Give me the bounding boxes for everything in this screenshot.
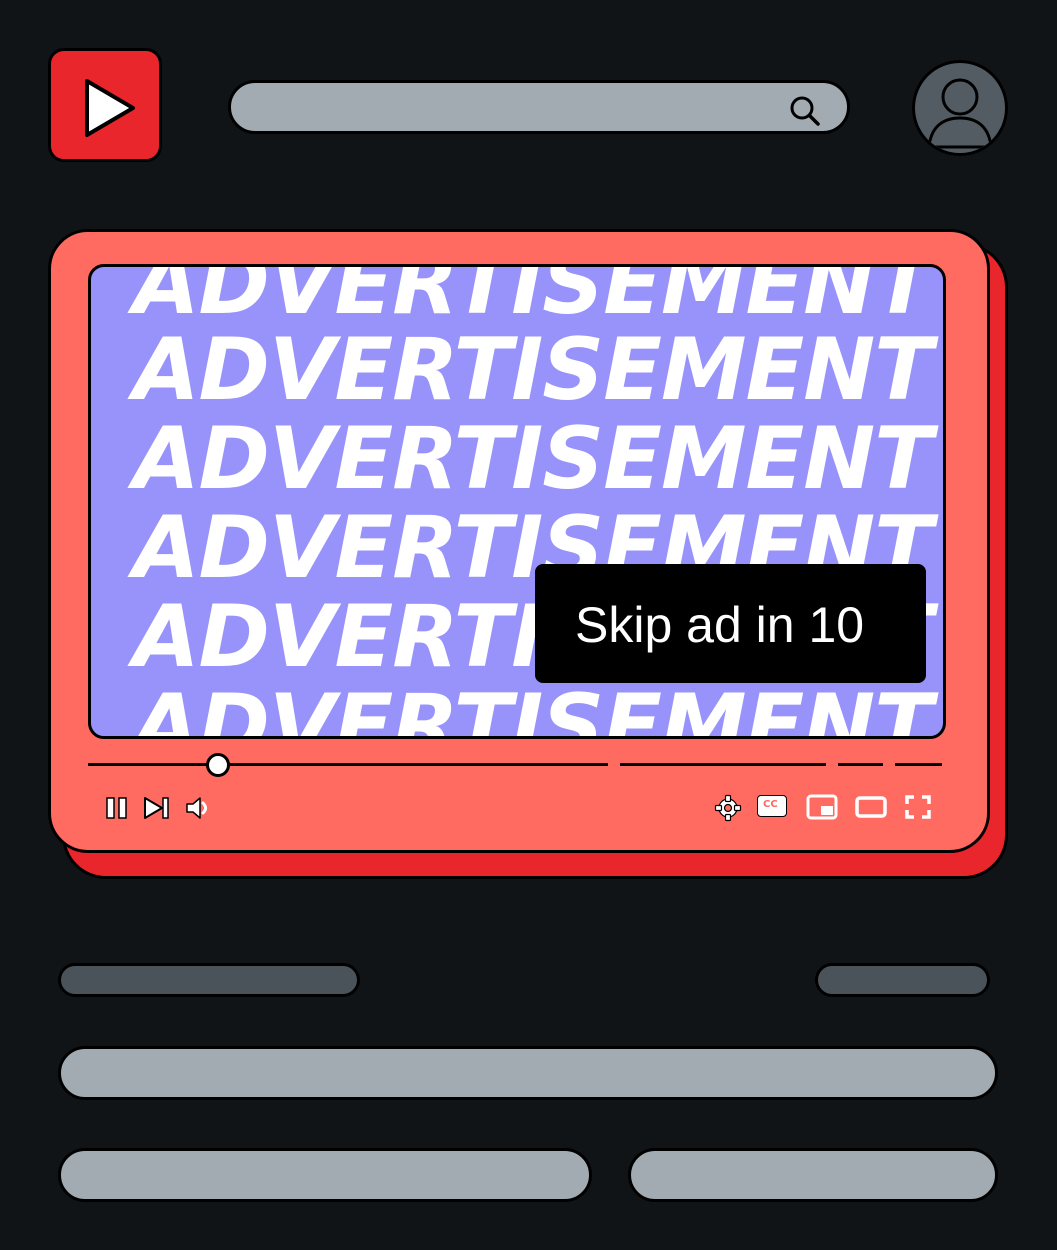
- progress-segment: [838, 763, 883, 766]
- user-icon: [927, 78, 993, 149]
- miniplayer-icon[interactable]: [806, 794, 838, 820]
- progress-track[interactable]: [88, 763, 608, 766]
- ad-text-line: ADVERTISEMENT: [133, 409, 933, 509]
- title-placeholder: [58, 963, 360, 997]
- fullscreen-icon[interactable]: [904, 794, 932, 820]
- content-placeholder: [628, 1148, 998, 1202]
- ad-text-line: ADVERTISEMENT: [133, 676, 933, 739]
- skip-ad-label: Skip ad in 10: [575, 597, 865, 653]
- theater-icon[interactable]: [855, 795, 887, 819]
- volume-icon[interactable]: [184, 795, 214, 821]
- description-placeholder: [58, 1046, 998, 1100]
- meta-placeholder: [815, 963, 990, 997]
- pause-icon[interactable]: [104, 795, 130, 821]
- avatar-button[interactable]: [912, 60, 1008, 156]
- progress-segment: [620, 763, 826, 766]
- next-icon[interactable]: [142, 795, 172, 821]
- captions-icon[interactable]: CC: [757, 795, 787, 817]
- progress-segment: [895, 763, 942, 766]
- search-input[interactable]: [251, 91, 775, 125]
- ad-text-line: ADVERTISEMENT: [133, 320, 933, 420]
- skip-ad-button[interactable]: Skip ad in 10: [535, 564, 926, 683]
- settings-icon[interactable]: [714, 794, 742, 822]
- progress-scrubber[interactable]: [206, 753, 230, 777]
- play-icon: [85, 79, 135, 137]
- search-bar[interactable]: [228, 80, 850, 134]
- search-icon[interactable]: [787, 93, 823, 129]
- content-placeholder: [58, 1148, 592, 1202]
- logo-button[interactable]: [48, 48, 162, 162]
- ad-text-line: ADVERTISEMENT: [133, 264, 933, 334]
